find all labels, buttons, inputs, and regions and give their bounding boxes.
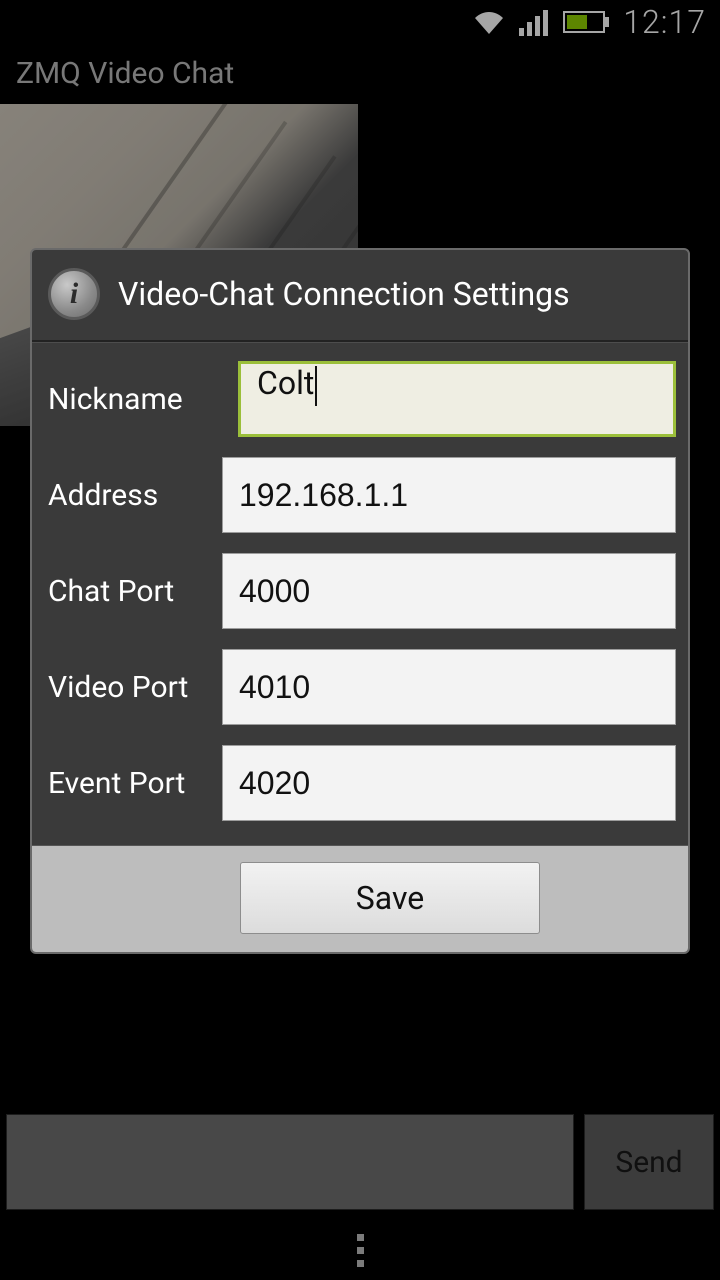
info-icon: i [48, 268, 100, 320]
nickname-input[interactable]: Colt [238, 361, 676, 437]
address-input[interactable] [222, 457, 676, 533]
field-row-address: Address [44, 447, 676, 543]
eventport-input[interactable] [222, 745, 676, 821]
field-row-chatport: Chat Port [44, 543, 676, 639]
dialog-title: Video-Chat Connection Settings [118, 275, 570, 313]
address-label: Address [44, 478, 208, 513]
field-row-nickname: Nickname Colt [44, 351, 676, 447]
eventport-label: Event Port [44, 766, 208, 801]
videoport-input[interactable] [222, 649, 676, 725]
dialog-header: i Video-Chat Connection Settings [32, 250, 688, 342]
field-row-eventport: Event Port [44, 735, 676, 831]
field-row-videoport: Video Port [44, 639, 676, 735]
dialog-footer: Save [32, 845, 688, 952]
connection-settings-dialog: i Video-Chat Connection Settings Nicknam… [30, 248, 690, 954]
nickname-label: Nickname [44, 382, 224, 417]
chatport-input[interactable] [222, 553, 676, 629]
nickname-value: Colt [257, 364, 314, 402]
videoport-label: Video Port [44, 670, 208, 705]
dialog-body: Nickname Colt Address Chat Port Video Po… [32, 342, 688, 845]
save-button[interactable]: Save [240, 862, 540, 934]
chatport-label: Chat Port [44, 574, 208, 609]
text-caret [315, 366, 317, 406]
